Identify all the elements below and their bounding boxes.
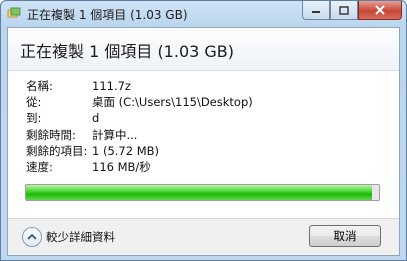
detail-value: 1 (5.72 MB) — [92, 143, 160, 158]
detail-value: 桌面 (C:\Users\115\Desktop) — [92, 95, 253, 110]
dialog-footer: 較少詳細資料 取消 — [8, 218, 399, 255]
fewer-details-toggle[interactable]: 較少詳細資料 — [22, 227, 115, 247]
detail-row-speed: 速度: 116 MB/秒 — [26, 159, 253, 175]
minimize-icon — [312, 11, 320, 13]
detail-label: 速度: — [26, 159, 53, 174]
chevron-up-icon — [22, 227, 42, 247]
copy-dialog-window: 正在複製 1 個項目 (1.03 GB) 正在複製 1 個項目 (1.03 GB… — [0, 0, 407, 261]
folder-copy-icon — [7, 7, 21, 18]
window-title: 正在複製 1 個項目 (1.03 GB) — [27, 8, 188, 22]
minimize-button[interactable] — [302, 1, 330, 20]
header-title: 正在複製 1 個項目 (1.03 GB) — [20, 42, 235, 61]
detail-label: 從: — [26, 95, 42, 110]
detail-value: 計算中... — [92, 127, 138, 142]
detail-row-from: 從: 桌面 (C:\Users\115\Desktop) — [26, 94, 253, 110]
detail-row-name: 名稱: 111.7z — [26, 78, 253, 94]
maximize-icon — [339, 5, 349, 15]
detail-value: 111.7z — [92, 79, 131, 93]
detail-label: 剩餘的項目: — [26, 143, 88, 158]
detail-label: 到: — [26, 111, 42, 126]
title-bar[interactable]: 正在複製 1 個項目 (1.03 GB) — [1, 1, 406, 27]
maximize-button[interactable] — [330, 1, 358, 20]
detail-row-items-remaining: 剩餘的項目: 1 (5.72 MB) — [26, 143, 253, 159]
detail-value: 116 MB/秒 — [92, 159, 151, 174]
close-icon — [375, 5, 385, 15]
progress-fill — [26, 185, 372, 200]
fewer-details-label: 較少詳細資料 — [46, 230, 115, 244]
detail-value: d — [92, 111, 100, 126]
close-button[interactable] — [358, 1, 402, 20]
cancel-button[interactable]: 取消 — [309, 225, 381, 247]
dialog-header: 正在複製 1 個項目 (1.03 GB) — [8, 28, 399, 71]
details-list: 名稱: 111.7z 從: 桌面 (C:\Users\115\Desktop) … — [26, 78, 253, 175]
detail-row-to: 到: d — [26, 110, 253, 126]
progress-bar — [25, 184, 380, 201]
detail-row-time-remaining: 剩餘時間: 計算中... — [26, 127, 253, 143]
dialog-content: 正在複製 1 個項目 (1.03 GB) 名稱: 111.7z 從: 桌面 (C… — [7, 27, 400, 256]
detail-label: 剩餘時間: — [26, 127, 76, 142]
detail-label: 名稱: — [26, 79, 53, 93]
